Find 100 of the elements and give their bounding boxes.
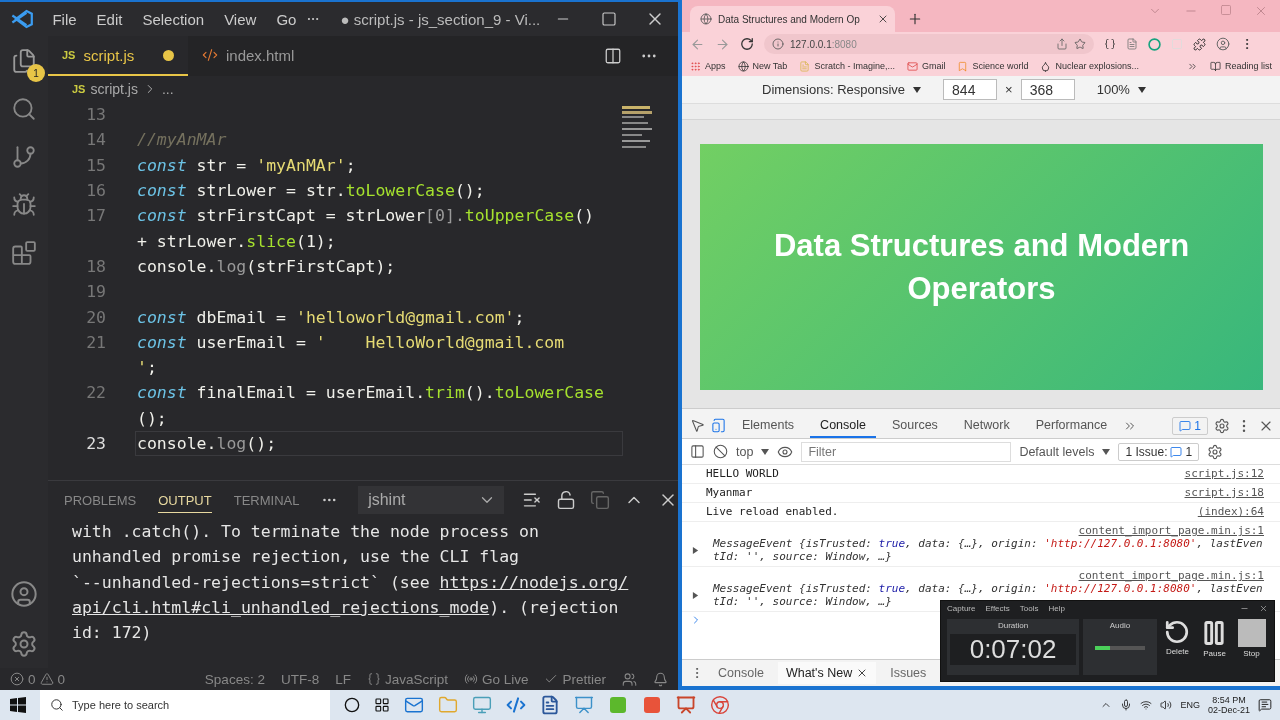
menu-item[interactable]: File (42, 10, 87, 28)
menu-item[interactable]: Go (266, 10, 307, 28)
mic-icon[interactable] (1120, 699, 1133, 711)
sidebar-toggle-icon[interactable] (690, 444, 705, 459)
status-item[interactable]: UTF-8 (280, 671, 320, 687)
task-view-icon[interactable] (374, 697, 390, 713)
lock-icon[interactable] (556, 490, 576, 510)
browser-tab[interactable]: Data Structures and Modern Op (690, 6, 895, 32)
settings-icon[interactable] (10, 630, 38, 658)
app-tile-icon[interactable] (608, 695, 628, 715)
warning-count[interactable]: 0 (57, 671, 66, 687)
inspect-icon[interactable] (690, 418, 705, 433)
slides-icon[interactable] (676, 695, 696, 715)
bookmark-link[interactable]: Nuclear explosions... (1055, 61, 1139, 71)
mail-icon[interactable] (404, 695, 424, 715)
bookmark-star-icon[interactable] (1074, 38, 1086, 50)
notifications-icon[interactable] (1258, 698, 1272, 712)
filter-field[interactable]: Filter (801, 441, 1012, 462)
debug-icon[interactable] (11, 192, 37, 218)
source-link[interactable]: content_import_page.min.js:1 (1078, 524, 1264, 537)
share-icon[interactable] (1056, 38, 1068, 50)
close-tab-icon[interactable] (877, 13, 889, 25)
issues-button[interactable]: 1 Issue: 1 (1118, 442, 1200, 461)
device-toggle-icon[interactable] (711, 418, 726, 433)
breadcrumb-item[interactable]: ... (161, 81, 174, 97)
code-editor-icon[interactable] (506, 695, 526, 715)
network-icon[interactable] (1140, 699, 1153, 711)
bookmark-link[interactable]: Apps (705, 61, 726, 71)
status-item[interactable]: LF (335, 671, 351, 687)
profile-icon[interactable] (1216, 37, 1230, 51)
devtools-tab[interactable]: Performance (1025, 413, 1118, 438)
bookmark-link[interactable]: Science world (972, 61, 1029, 71)
panel-tab[interactable]: PROBLEMS (64, 487, 137, 513)
cortana-icon[interactable] (344, 697, 360, 713)
account-icon[interactable] (10, 580, 38, 608)
status-item[interactable]: JavaScript (384, 671, 448, 687)
search-icon[interactable] (11, 96, 37, 122)
devtools-tab[interactable]: Sources (882, 413, 948, 438)
maximize-icon[interactable] (601, 11, 618, 27)
bookmark-link[interactable]: New Tab (752, 61, 788, 71)
breadcrumb-item[interactable]: script.js (90, 81, 138, 97)
issues-button[interactable]: 1 (1172, 416, 1208, 435)
document-icon[interactable] (540, 695, 560, 715)
source-link[interactable]: script.js:12 (1184, 467, 1264, 480)
recorder-button[interactable]: Stop (1235, 619, 1269, 675)
drawer-tab[interactable]: Issues (882, 662, 935, 684)
width-field[interactable]: 844 (943, 79, 998, 100)
bookmark-link[interactable]: Scratch - Imagine,... (814, 61, 895, 71)
editor-tab[interactable]: index.html (188, 36, 309, 76)
source-control-icon[interactable] (11, 144, 37, 170)
menu-item[interactable]: Help (1048, 603, 1065, 613)
settings-icon[interactable] (1207, 443, 1224, 460)
bookmark-link[interactable]: Gmail (921, 61, 946, 71)
output-channel-select[interactable]: jshint (358, 486, 504, 514)
zoom-select[interactable]: 100% (1096, 82, 1130, 97)
status-item[interactable]: Go Live (481, 671, 529, 687)
split-editor-icon[interactable] (604, 47, 622, 65)
menu-item[interactable]: Selection (132, 10, 215, 28)
error-count[interactable]: 0 (28, 671, 36, 687)
monitor-icon[interactable] (472, 695, 492, 715)
menu-item[interactable]: Effects (985, 603, 1010, 613)
live-share-icon[interactable] (622, 671, 637, 687)
status-item[interactable]: Prettier (562, 671, 606, 687)
language-indicator[interactable]: ENG (1180, 700, 1200, 710)
open-log-icon[interactable] (590, 490, 610, 510)
recorder-button[interactable]: Pause (1197, 619, 1231, 675)
volume-icon[interactable] (1160, 699, 1173, 711)
log-levels-select[interactable]: Default levels (1019, 444, 1095, 459)
settings-icon[interactable] (1214, 417, 1230, 434)
clock-date[interactable]: 02-Dec-21 (1207, 705, 1250, 715)
search-field[interactable]: Type here to search (40, 690, 330, 720)
editor-tab[interactable]: JS script.js (48, 36, 188, 76)
reload-icon[interactable] (740, 37, 754, 51)
audio-meter[interactable] (1095, 646, 1145, 650)
bookmark-link[interactable]: Reading list (1224, 61, 1272, 71)
drawer-tab[interactable]: What's New (777, 662, 877, 684)
clock-time[interactable]: 8:54 PM (1212, 695, 1246, 705)
new-tab-icon[interactable] (907, 11, 923, 27)
devtools-tab[interactable]: Console (810, 413, 876, 438)
status-item[interactable]: Spaces: 2 (204, 671, 265, 687)
app-tile-icon[interactable] (642, 695, 662, 715)
menu-item[interactable]: Capture (947, 603, 976, 613)
address-bar[interactable]: 127.0.0.1:8080 (764, 34, 1094, 54)
extensions-icon[interactable] (11, 240, 37, 266)
clear-output-icon[interactable] (522, 490, 542, 510)
menu-item[interactable]: Tools (1019, 603, 1039, 613)
extension-icon[interactable] (1126, 38, 1138, 50)
link[interactable]: https://nodejs.org/ (439, 572, 629, 592)
source-link[interactable]: script.js:18 (1184, 486, 1264, 499)
close-icon[interactable] (1259, 603, 1268, 613)
height-field[interactable]: 368 (1020, 79, 1075, 100)
dimensions-select[interactable]: Dimensions: Responsive (762, 82, 906, 97)
menu-item[interactable]: View (214, 10, 267, 28)
panel-tab[interactable]: TERMINAL (233, 487, 300, 513)
notifications-icon[interactable] (653, 671, 668, 687)
context-select[interactable]: top (736, 444, 754, 459)
source-link[interactable]: (index):64 (1197, 505, 1264, 518)
devtools-tab[interactable]: Network (953, 413, 1020, 438)
recorder-button[interactable]: Delete (1160, 619, 1194, 675)
browser-icon[interactable] (710, 695, 730, 715)
